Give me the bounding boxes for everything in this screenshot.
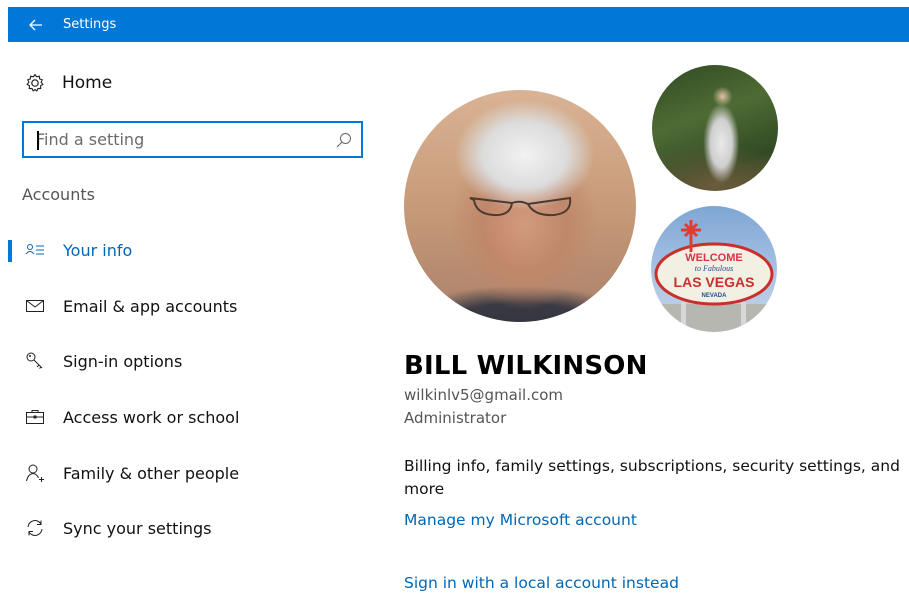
- mail-icon: [26, 300, 44, 312]
- person-add-icon: [26, 464, 44, 482]
- local-account-link[interactable]: Sign in with a local account instead: [404, 574, 679, 592]
- search-box[interactable]: [22, 121, 363, 158]
- window-title: Settings: [63, 17, 117, 32]
- sidebar-item-access-work-school[interactable]: Access work or school: [0, 400, 360, 434]
- sidebar-item-label: Sync your settings: [63, 518, 212, 538]
- home-label: Home: [62, 73, 113, 93]
- section-heading-accounts: Accounts: [22, 185, 95, 204]
- sidebar-item-label: Email & app accounts: [63, 296, 238, 316]
- glasses-shape: [469, 196, 572, 217]
- search-input[interactable]: [24, 129, 335, 150]
- account-email: wilkinlv5@gmail.com: [404, 386, 564, 404]
- sidebar-item-sign-in-options[interactable]: Sign-in options: [0, 344, 360, 378]
- person-list-icon: [25, 244, 44, 255]
- sidebar-item-sync-settings[interactable]: Sync your settings: [0, 511, 360, 545]
- search-icon[interactable]: [335, 131, 353, 149]
- back-button[interactable]: [8, 7, 63, 42]
- account-display-name: BILL WILKINSON: [404, 351, 648, 381]
- las-vegas-sign-graphic: WELCOME to Fabulous LAS VEGAS NEVADA: [651, 220, 777, 332]
- home-nav-item[interactable]: Home: [24, 72, 112, 94]
- text-cursor: [37, 131, 39, 150]
- sign-line-nevada: NEVADA: [702, 293, 728, 299]
- gear-icon: [26, 73, 44, 92]
- sidebar-item-label: Your info: [63, 240, 133, 260]
- sidebar-item-family-other-people[interactable]: Family & other people: [0, 456, 360, 490]
- sidebar-item-label: Family & other people: [63, 463, 240, 483]
- profile-picture-recent-1[interactable]: [652, 65, 778, 191]
- sidebar-item-your-info[interactable]: Your info: [0, 233, 360, 267]
- sidebar-item-email-app-accounts[interactable]: Email & app accounts: [0, 289, 360, 323]
- top-strip: [0, 0, 909, 7]
- back-arrow-icon: [28, 19, 42, 30]
- sign-line-welcome: WELCOME: [685, 252, 742, 264]
- sign-line-fabulous: to Fabulous: [695, 264, 733, 273]
- selected-indicator: [8, 240, 12, 262]
- profile-picture-current: [404, 90, 636, 322]
- sidebar-item-label: Sign-in options: [63, 351, 183, 371]
- manage-account-link[interactable]: Manage my Microsoft account: [404, 511, 637, 529]
- sign-line-las-vegas: LAS VEGAS: [674, 274, 755, 290]
- briefcase-icon: [26, 410, 44, 424]
- account-role: Administrator: [404, 409, 507, 427]
- sync-icon: [27, 520, 43, 536]
- billing-description: Billing info, family settings, subscript…: [404, 457, 900, 498]
- profile-picture-recent-2[interactable]: WELCOME to Fabulous LAS VEGAS NEVADA: [651, 206, 777, 332]
- sidebar-item-label: Access work or school: [63, 407, 240, 427]
- title-bar: Settings: [8, 7, 909, 42]
- key-icon: [26, 352, 43, 369]
